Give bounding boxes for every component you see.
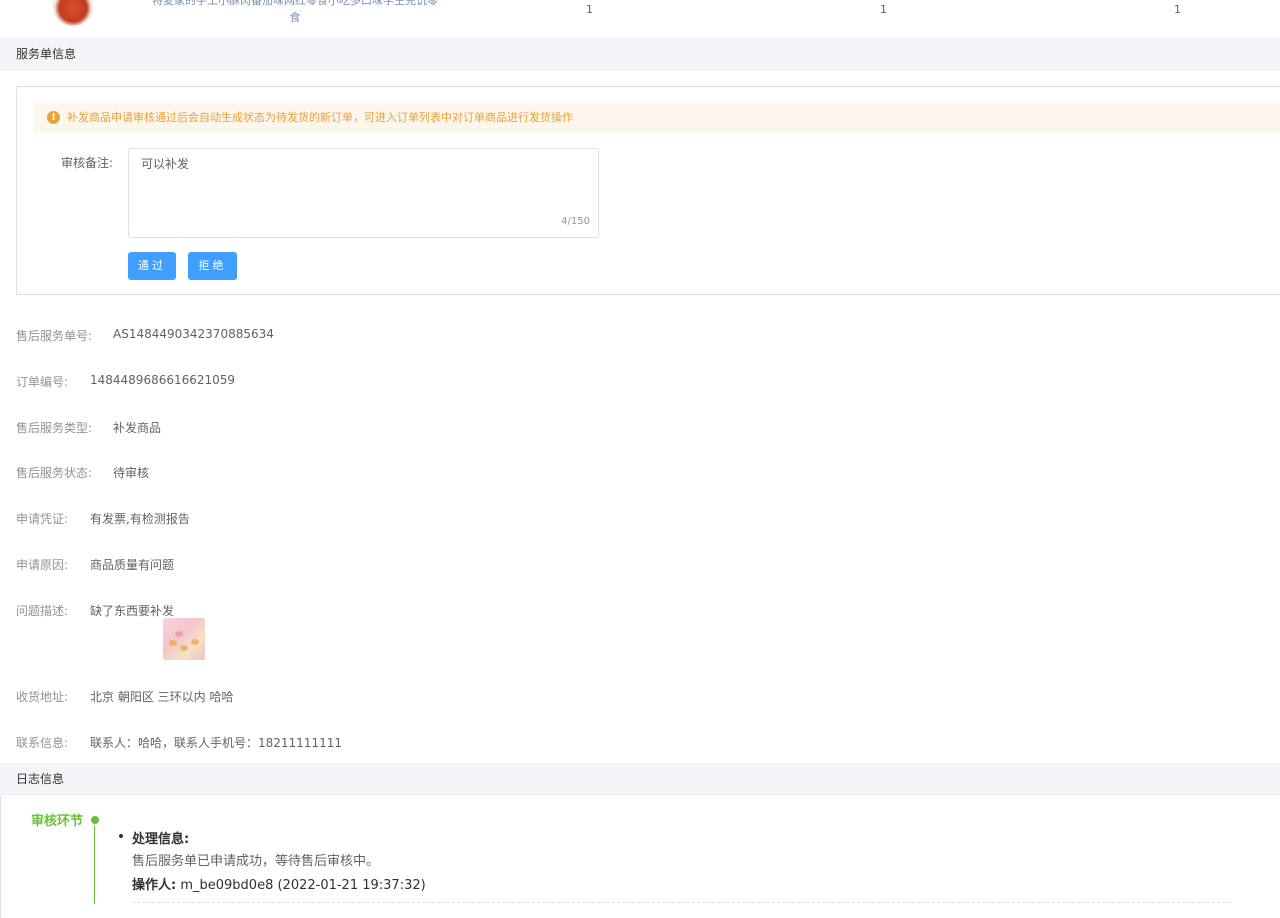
product-name[interactable]: 特麦家的手工小酥肉番茄味网红零食小吃多口味学生充饥零 食 xyxy=(150,0,440,26)
log-operator: 操作人: m_be09bd0e8 (2022-01-21 19:37:32) xyxy=(132,874,426,893)
service-no-value: AS1484490342370885634 xyxy=(113,327,274,341)
reason-value: 商品质量有问题 xyxy=(90,558,175,572)
description-value: 缺了东西要补发 xyxy=(90,604,175,618)
service-type-value: 补发商品 xyxy=(113,421,162,435)
operator-value: m_be09bd0e8 (2022-01-21 19:37:32) xyxy=(180,878,426,893)
log-divider xyxy=(132,902,1230,903)
thumb-detail xyxy=(175,631,183,637)
product-row: 特麦家的手工小酥肉番茄味网红零食小吃多口味学生充饥零 食 1 1 1 xyxy=(0,0,1280,38)
timeline-line xyxy=(94,826,95,904)
reason-label: 申请原因: xyxy=(16,558,69,572)
description-row: 问题描述: 缺了东西要补发 xyxy=(16,602,174,619)
proof-label: 申请凭证: xyxy=(16,512,69,526)
product-qty-cell: 1 xyxy=(880,3,887,16)
section-title: 服务单信息 xyxy=(16,47,77,61)
product-qty-cell: 1 xyxy=(586,3,593,16)
proof-value: 有发票,有检测报告 xyxy=(90,512,190,526)
service-type-label: 售后服务类型: xyxy=(16,421,93,435)
description-label: 问题描述: xyxy=(16,604,69,618)
thumb-detail xyxy=(191,639,199,645)
remark-textarea[interactable]: 可以补发 4/150 xyxy=(128,148,599,238)
description-image[interactable] xyxy=(163,618,205,660)
product-qty-cell: 1 xyxy=(1174,3,1181,16)
audit-panel: ! 补发商品申请审核通过后会自动生成状态为待发货的新订单，可进入订单列表中对订单… xyxy=(16,86,1280,295)
reason-row: 申请原因: 商品质量有问题 xyxy=(16,556,174,573)
service-no-label: 售后服务单号: xyxy=(16,329,93,343)
reject-button[interactable]: 拒绝 xyxy=(188,252,237,280)
order-no-value: 1484489686616621059 xyxy=(90,373,236,387)
order-no-row: 订单编号: 1484489686616621059 xyxy=(16,373,235,390)
address-label: 收货地址: xyxy=(16,690,69,704)
warning-icon: ! xyxy=(47,111,60,124)
address-row: 收货地址: 北京 朝阳区 三环以内 哈哈 xyxy=(16,688,233,705)
address-value: 北京 朝阳区 三环以内 哈哈 xyxy=(90,690,234,704)
contact-value: 联系人：哈哈，联系人手机号：18211111111 xyxy=(90,736,342,750)
remark-label: 审核备注: xyxy=(61,156,114,170)
proof-row: 申请凭证: 有发票,有检测报告 xyxy=(16,510,190,527)
thumb-detail xyxy=(169,640,177,646)
approve-button[interactable]: 通过 xyxy=(128,252,176,280)
contact-row: 联系信息: 联系人：哈哈，联系人手机号：18211111111 xyxy=(16,734,342,751)
product-thumbnail[interactable] xyxy=(52,0,94,26)
order-no-label: 订单编号: xyxy=(16,375,69,389)
timeline-dot-icon xyxy=(91,816,99,824)
operator-label: 操作人: xyxy=(132,878,177,893)
thumb-detail xyxy=(180,645,188,651)
log-timeline: 审核环节 处理信息: 售后服务单已申请成功，等待售后审核中。 操作人: m_be… xyxy=(0,796,1280,918)
section-title: 日志信息 xyxy=(16,772,65,786)
remark-value: 可以补发 xyxy=(141,157,190,171)
service-type-row: 售后服务类型: 补发商品 xyxy=(16,419,161,436)
contact-label: 联系信息: xyxy=(16,736,69,750)
bullet-icon xyxy=(119,834,123,838)
service-no-row: 售后服务单号: AS1484490342370885634 xyxy=(16,327,274,344)
service-status-row: 售后服务状态: 待审核 xyxy=(16,464,149,481)
service-status-value: 待审核 xyxy=(113,466,150,480)
warning-alert: ! 补发商品申请审核通过后会自动生成状态为待发货的新订单，可进入订单列表中对订单… xyxy=(33,103,1280,133)
service-status-label: 售后服务状态: xyxy=(16,466,93,480)
alert-text: 补发商品申请审核通过后会自动生成状态为待发货的新订单，可进入订单列表中对订单商品… xyxy=(67,111,573,124)
service-section-header: 服务单信息 xyxy=(0,38,1280,70)
log-section-header: 日志信息 xyxy=(0,763,1280,795)
log-stage-label: 审核环节 xyxy=(31,814,84,829)
remark-char-count: 4/150 xyxy=(561,216,590,227)
log-entry-title: 处理信息: xyxy=(132,832,190,847)
log-entry-message: 售后服务单已申请成功，等待售后审核中。 xyxy=(132,854,380,869)
